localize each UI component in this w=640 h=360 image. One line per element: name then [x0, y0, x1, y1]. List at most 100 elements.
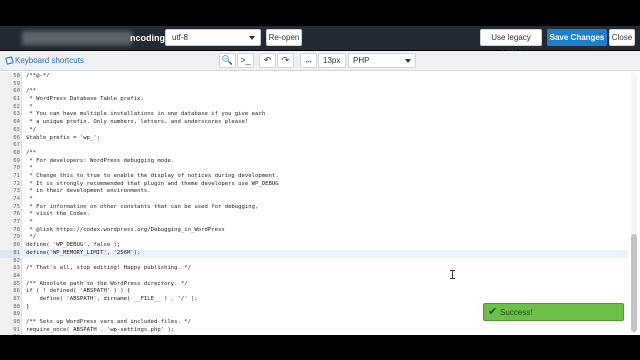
redo-icon: ↷	[281, 55, 290, 65]
redo-button[interactable]: ↷	[277, 53, 294, 68]
code-line[interactable]: 79 */	[0, 234, 628, 242]
code-text: /** Absolute path to the WordPress direc…	[26, 280, 188, 287]
scrollbar-thumb[interactable]	[631, 234, 637, 332]
code-line[interactable]: 76 * visit the Codex.	[0, 211, 628, 219]
line-number: 61	[13, 96, 20, 103]
editor-panel: Keyboard shortcuts 🔍 >_ ↶ ↷ ↔ 13px PHP 5…	[0, 51, 640, 335]
code-line[interactable]: 58 /**@-*/	[0, 73, 628, 81]
line-number: 85	[13, 280, 20, 287]
code-line[interactable]: 63 * You can have multiple installations…	[0, 111, 628, 119]
undo-button[interactable]: ↶	[259, 53, 276, 68]
terminal-icon: >_	[240, 55, 251, 65]
code-text: * For information on other constants tha…	[26, 203, 259, 210]
code-line[interactable]: 77 *	[0, 219, 628, 227]
code-line[interactable]: 74 *	[0, 196, 628, 204]
code-line[interactable]: 61 * WordPress Database Table prefix.	[0, 96, 628, 104]
line-number: 78	[13, 226, 20, 233]
code-line[interactable]: 85 /** Absolute path to the WordPress dir…	[0, 281, 628, 289]
code-line[interactable]: 65 */	[0, 127, 628, 135]
code-line[interactable]: 80 define( 'WP_DEBUG', false );	[0, 242, 628, 250]
code-text: * visit the Codex.	[26, 211, 90, 218]
code-line[interactable]: 81 define('WP_MEMORY_LIMIT', '256M');	[0, 249, 628, 258]
code-line[interactable]: 71 * Change this to true to enable the d…	[0, 173, 628, 181]
code-line[interactable]: 72 * It is strongly recommended that plu…	[0, 181, 628, 189]
line-number: 68	[13, 149, 20, 156]
code-line[interactable]: 66 $table_prefix = 'wp_';	[0, 135, 628, 143]
close-button[interactable]: Close	[609, 29, 635, 46]
code-text: *	[26, 219, 33, 226]
vertical-scrollbar[interactable]	[631, 74, 637, 333]
code-line[interactable]: 92	[0, 334, 628, 335]
terminal-button[interactable]: >_	[237, 53, 254, 68]
code-line[interactable]: 59	[0, 81, 628, 89]
reopen-button[interactable]: Re-open	[266, 29, 302, 46]
code-line[interactable]: 68 /**	[0, 150, 628, 158]
line-number: 92	[0, 334, 20, 335]
line-number: 90	[13, 319, 20, 325]
code-text: *	[26, 165, 33, 172]
language-mode-value: PHP	[353, 56, 370, 65]
pencil-icon	[5, 56, 14, 65]
code-line[interactable]: 62 *	[0, 104, 628, 112]
line-number: 91	[13, 326, 20, 333]
line-number: 59	[13, 80, 20, 87]
code-text: /** Sets up WordPress vars and included …	[26, 319, 192, 325]
line-number: 58	[13, 73, 20, 79]
code-line[interactable]: 64 * a unique prefix. Only numbers, lett…	[0, 119, 628, 127]
code-line[interactable]: 82	[0, 258, 628, 266]
font-size-value: 13px	[323, 56, 341, 65]
code-text: * a unique prefix. Only numbers, letters…	[26, 119, 249, 126]
line-number: 72	[13, 180, 20, 187]
keyboard-shortcuts-label: Keyboard shortcuts	[15, 56, 84, 65]
line-number: 76	[13, 211, 20, 218]
code-line[interactable]: 91 require_once( ABSPATH . 'wp-settings.p…	[0, 327, 628, 335]
line-number: 86	[13, 288, 20, 295]
code-line[interactable]: 75 * For information on other constants …	[0, 204, 628, 212]
line-number: 80	[13, 242, 20, 249]
word-wrap-button[interactable]: ↔	[300, 53, 317, 68]
code-editor[interactable]: 58 /**@-*/ 59 60/** 61 * WordPress Database …	[0, 72, 640, 335]
code-line[interactable]: 69 * For developers: WordPress debugging…	[0, 158, 628, 166]
code-text: }	[26, 303, 30, 310]
code-line[interactable]: 86 if ( ! defined( 'ABSPATH' ) ) {	[0, 288, 628, 296]
code-text: if ( ! defined( 'ABSPATH' ) ) {	[26, 288, 131, 295]
chevron-down-icon	[405, 59, 411, 63]
editor-toolbar: Keyboard shortcuts 🔍 >_ ↶ ↷ ↔ 13px PHP	[0, 51, 640, 71]
search-button[interactable]: 🔍	[219, 53, 236, 68]
line-number: 69	[13, 157, 20, 164]
language-mode-select[interactable]: PHP	[348, 53, 416, 68]
code-text: $table_prefix = 'wp_';	[26, 134, 101, 141]
search-icon: 🔍	[221, 55, 234, 65]
encoding-select[interactable]: utf-8	[165, 29, 261, 46]
code-line[interactable]: 83 /* That's all, stop editing! Happy pub…	[0, 265, 628, 273]
code-text: *	[26, 196, 33, 202]
code-text: define( 'ABSPATH', dirname( __FILE__ ) .…	[26, 295, 198, 302]
line-number: 79	[13, 234, 20, 241]
code-line[interactable]: 67	[0, 142, 628, 150]
line-number: 66	[13, 134, 20, 141]
code-text: define('WP_MEMORY_LIMIT', '256M');	[26, 249, 141, 256]
chevron-down-icon	[249, 36, 255, 40]
legacy-editor-button[interactable]: Use legacy editor	[480, 29, 542, 57]
code-line[interactable]: 60 /**	[0, 88, 628, 96]
screen: ncoding: utf-8 Re-open Use legacy editor…	[0, 0, 640, 360]
code-line[interactable]: 73 * in their development environments.	[0, 188, 628, 196]
code-line[interactable]: 70 *	[0, 165, 628, 173]
line-number: 74	[13, 196, 20, 202]
line-number: 84	[13, 272, 20, 279]
font-size-select[interactable]: 13px	[318, 53, 346, 68]
encoding-label: ncoding:	[130, 33, 168, 43]
code-line[interactable]: 84	[0, 273, 628, 281]
code-text: /**	[26, 149, 37, 156]
code-text: /**	[26, 88, 37, 95]
code-text: * WordPress Database Table prefix.	[26, 96, 144, 103]
line-number: 82	[13, 257, 20, 264]
save-changes-button[interactable]: Save Changes	[547, 29, 607, 46]
code-text: *	[26, 103, 33, 110]
code-line[interactable]: 78 * @link https://codex.wordpress.org/D…	[0, 227, 628, 235]
code-text: */	[26, 126, 37, 133]
code-lines: 58 /**@-*/ 59 60/** 61 * WordPress Database …	[0, 73, 628, 335]
keyboard-shortcuts-link[interactable]: Keyboard shortcuts	[5, 56, 84, 66]
code-text: /**@-*/	[26, 73, 50, 79]
line-number: 89	[13, 311, 20, 318]
